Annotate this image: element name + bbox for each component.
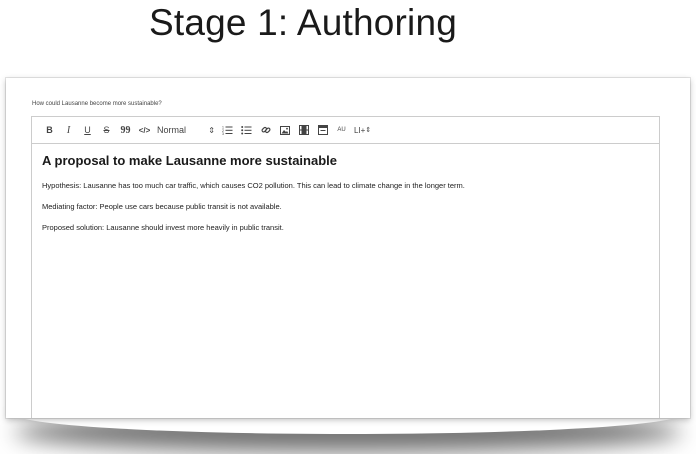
editor-content[interactable]: A proposal to make Lausanne more sustain… bbox=[32, 153, 659, 232]
ordered-list-icon: 1 2 3 bbox=[222, 126, 233, 135]
paragraph-hypothesis: Hypothesis: Lausanne has too much car tr… bbox=[42, 181, 465, 190]
rich-text-editor[interactable]: B I U S 99 </> Normal ⇕ 1 2 3 AU LI+ ⇕ A… bbox=[31, 116, 660, 418]
image-icon bbox=[279, 125, 290, 135]
slide-title: Stage 1: Authoring bbox=[148, 2, 458, 43]
paragraph-proposed-solution: Proposed solution: Lausanne should inves… bbox=[42, 223, 284, 232]
editor-toolbar: B I U S 99 </> Normal ⇕ 1 2 3 AU LI+ ⇕ bbox=[32, 117, 659, 144]
ordered-list-button[interactable]: 1 2 3 bbox=[219, 121, 236, 139]
link-button[interactable] bbox=[257, 121, 274, 139]
document-title: A proposal to make Lausanne more sustain… bbox=[42, 153, 337, 168]
bullet-list-button[interactable] bbox=[238, 121, 255, 139]
bold-button[interactable]: B bbox=[41, 121, 58, 139]
link-icon bbox=[260, 126, 271, 134]
block-format-select[interactable]: Normal ⇕ bbox=[157, 121, 215, 139]
quote-button[interactable]: 99 bbox=[117, 121, 134, 139]
italic-button[interactable]: I bbox=[60, 121, 77, 139]
video-icon bbox=[298, 125, 309, 135]
table-button[interactable] bbox=[314, 121, 331, 139]
li-button[interactable]: LI+ ⇕ bbox=[352, 121, 373, 139]
video-button[interactable] bbox=[295, 121, 312, 139]
editor-screenshot: How could Lausanne become more sustainab… bbox=[6, 78, 690, 418]
question-label: How could Lausanne become more sustainab… bbox=[32, 101, 162, 107]
paragraph-mediating-factor: Mediating factor: People use cars becaus… bbox=[42, 202, 282, 211]
li-arrow-icon: ⇕ bbox=[365, 127, 372, 134]
li-label: LI+ bbox=[354, 125, 366, 135]
au-button[interactable]: AU bbox=[333, 121, 350, 139]
svg-text:3: 3 bbox=[222, 132, 224, 135]
block-format-value: Normal bbox=[157, 125, 187, 135]
strikethrough-button[interactable]: S bbox=[98, 121, 115, 139]
bullet-list-icon bbox=[241, 126, 252, 135]
table-icon bbox=[317, 125, 328, 135]
image-button[interactable] bbox=[276, 121, 293, 139]
underline-button[interactable]: U bbox=[79, 121, 96, 139]
code-button[interactable]: </> bbox=[136, 121, 153, 139]
select-arrow-icon: ⇕ bbox=[208, 125, 215, 135]
